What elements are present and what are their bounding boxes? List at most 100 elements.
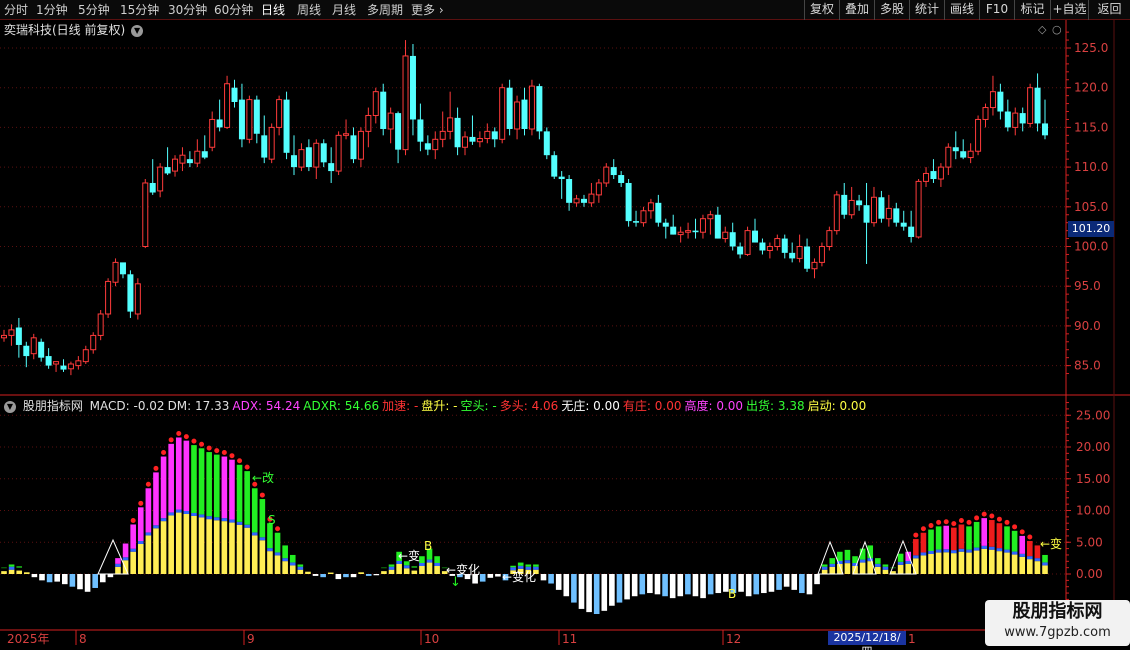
indicator-bar [213,454,220,518]
indicator-bar [282,558,288,562]
candle-body [1004,111,1011,128]
indicator-value: 盘升: - [421,399,458,413]
candle-body [588,193,595,204]
candle-body [692,230,699,233]
indicator-bar [920,532,927,553]
indicator-dot [1012,524,1018,530]
candle-body [216,119,223,128]
indicator-bar [206,452,212,517]
indicator-bar [206,519,212,574]
candle-body [491,131,498,140]
candle-body [417,119,424,142]
indicator-bar [137,507,144,541]
candle-body [112,261,119,283]
indicator-bar [753,574,760,595]
indicator-bar [631,574,638,597]
indicator-bar [814,574,820,585]
indicator-bar [236,521,243,525]
candle-body [573,198,580,204]
indicator-dot [229,453,235,459]
indicator-bar [905,560,912,564]
candle-body [826,230,833,247]
indicator-bar [776,574,782,590]
indicator-dot [206,445,212,451]
indicator-bar [973,521,980,548]
indicator-dot [958,517,964,523]
candle-body [878,197,885,219]
indicator-bar [920,552,927,556]
indicator-bar [381,571,387,574]
indicator-dot [920,526,926,532]
candle-body [186,159,193,164]
candle-body [848,199,855,216]
candle-body [633,221,640,223]
candle-body [290,155,297,168]
candle-body [900,222,907,227]
indicator-bar [1034,561,1041,574]
indicator-bar [206,516,212,520]
indicator-bar [981,518,988,546]
candle-body [655,202,662,223]
indicator-bar [844,563,851,574]
indicator-bar [419,565,425,574]
candle-body [833,194,840,232]
candle-body [945,146,952,168]
candle-body [476,138,483,143]
indicator-bar [244,527,250,574]
indicator-bar [609,574,615,606]
indicator-bar [692,574,699,597]
candle-body [982,107,989,120]
candle-body [231,87,238,102]
candle-body [521,99,528,129]
indicator-bar [388,569,395,574]
indicator-bar [487,574,494,578]
candle-body [60,365,67,370]
price-tick-label: 100.0 [1074,240,1108,254]
indicator-value: MACD: -0.02 [89,399,165,413]
indicator-bar [1011,551,1018,555]
indicator-bar [593,574,600,615]
indicator-value: 空头: - [460,399,497,413]
indicator-bar [973,550,980,574]
indicator-bar [312,574,319,576]
indicator-bar [153,472,159,526]
indicator-bar [115,566,121,574]
candle-body [261,135,268,158]
indicator-bar [229,522,235,574]
indicator-bar [1027,556,1033,560]
candle-body [134,283,141,315]
indicator-dot [275,526,281,532]
indicator-bar [715,574,722,594]
candle-body [395,113,402,150]
candle-body [989,91,996,109]
indicator-bar [434,565,440,574]
indicator-bar [8,566,15,570]
indicator-bar [897,561,904,565]
indicator-bar [624,574,630,600]
indicator-bar [1019,535,1026,554]
indicator-bar [198,517,205,574]
watermark: 股朋指标网 www.7gpzb.com [985,600,1130,646]
candle-body [744,230,751,255]
indicator-bar [251,488,258,533]
indicator-bar [426,559,433,563]
indicator-header: ▼ 股朋指标网 MACD: -0.02 DM: 17.33 ADX: 54.24 AD… [4,397,872,414]
candle-body [462,136,469,148]
indicator-dot [966,519,972,525]
indicator-bar [563,574,570,597]
candle-body [804,246,811,269]
indicator-dot [199,441,205,447]
indicator-bar [951,550,957,554]
chevron-down-icon[interactable]: ▼ [4,400,16,413]
indicator-bar [821,566,828,570]
chart-canvas[interactable]: 125.0120.0115.0110.0105.0100.095.090.085… [0,0,1130,650]
indicator-bar [517,562,524,566]
indicator-bar [761,574,767,594]
indicator-bar [837,551,843,561]
indicator-bar [115,558,121,564]
candle-body [759,242,766,251]
indicator-bar [844,549,851,561]
indicator-bar [77,574,83,590]
indicator-bar [479,574,486,582]
candle-body [387,112,394,130]
